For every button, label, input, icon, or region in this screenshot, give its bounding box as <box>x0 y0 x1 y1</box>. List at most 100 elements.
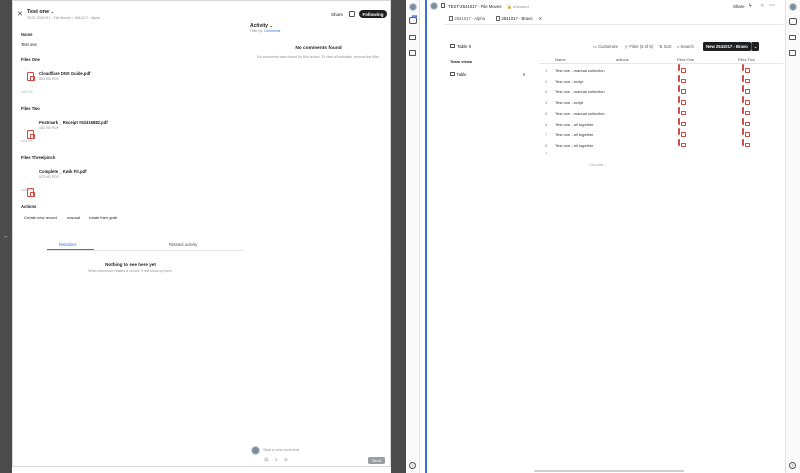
close-icon[interactable]: ✕ <box>539 16 542 21</box>
horizontal-scrollbar[interactable] <box>534 470 684 472</box>
filter-value[interactable]: Comments <box>264 29 280 33</box>
row-name[interactable]: Test one - all together <box>555 143 593 148</box>
file-name[interactable]: Cloudflare DNS Guide.pdf <box>39 71 90 76</box>
files-one-label: Files One <box>21 57 40 62</box>
pdf-file-icon[interactable] <box>678 74 680 82</box>
column-header-name[interactable]: Name <box>555 57 566 62</box>
star-icon[interactable]: ☆ <box>760 3 764 9</box>
row-name[interactable]: Test one - all together <box>555 122 593 127</box>
pdf-file-icon[interactable] <box>742 138 744 146</box>
column-header-files-two[interactable]: Files Two <box>738 57 755 62</box>
table-row[interactable]: 4 Test one - script <box>539 96 783 107</box>
breadcrumb[interactable]: TEST-2541017 - File Moves > 2541017 - Al… <box>27 16 100 20</box>
pdf-file-icon[interactable] <box>27 130 35 139</box>
pdf-file-icon[interactable] <box>678 138 680 146</box>
pdf-file-icon[interactable] <box>678 106 680 114</box>
row-name[interactable]: Test one - script <box>555 79 583 84</box>
row-name[interactable]: Test one - manual collection <box>555 111 605 116</box>
mail-icon[interactable] <box>409 35 416 40</box>
avatar[interactable] <box>789 3 797 11</box>
table-row[interactable]: 6 Test one - all together <box>539 117 783 129</box>
send-button[interactable]: Send <box>368 457 385 464</box>
help-icon[interactable]: ? <box>789 462 796 469</box>
calculate-button[interactable]: Calculate ⌄ <box>589 163 608 167</box>
action-button-create-new-record[interactable]: Create new record <box>24 215 57 220</box>
table-row[interactable]: 1 Test one - manual collection <box>539 64 783 75</box>
view-item-table[interactable]: Table 8 <box>450 72 525 77</box>
share-button[interactable]: Share <box>733 4 744 9</box>
share-button[interactable]: Share <box>331 12 343 17</box>
pdf-file-icon[interactable] <box>742 74 744 82</box>
row-name[interactable]: Test one - script <box>555 100 583 105</box>
table-row[interactable]: 2 Test one - script <box>539 74 783 86</box>
avatar[interactable] <box>430 2 438 10</box>
pdf-file-icon[interactable] <box>742 64 744 71</box>
name-value[interactable]: Test one <box>21 42 251 47</box>
pdf-file-icon[interactable] <box>742 106 744 114</box>
bookmark-icon[interactable] <box>789 50 796 56</box>
row-name[interactable]: Test one - manual collection <box>555 89 605 94</box>
add-file-button[interactable]: Add file <box>21 90 33 94</box>
tab-alpha[interactable]: 2541017 - Alpha <box>449 16 485 21</box>
table-row[interactable]: 5 Test one - manual collection <box>539 106 783 118</box>
comment-input[interactable]: Start a new comment <box>263 448 299 452</box>
column-header-files-one[interactable]: Files One <box>677 57 694 62</box>
action-button-rotate-then-grab[interactable]: rotate then grab <box>89 215 117 220</box>
next-record-arrow-icon[interactable]: › <box>388 247 390 253</box>
activity-filter[interactable]: Filter by: Comments <box>250 29 280 33</box>
filter-button[interactable]: ⏚ Filter (5 of 8) <box>624 44 653 50</box>
pdf-file-icon[interactable] <box>742 96 744 104</box>
pdf-file-icon[interactable] <box>742 85 744 93</box>
search-button[interactable]: ⌕ Search <box>677 44 694 49</box>
new-record-button[interactable]: New 2541017 - Bravo <box>703 42 751 51</box>
following-button[interactable]: Following <box>359 10 387 18</box>
narrow-sidebar: 37 ? <box>406 0 420 473</box>
pdf-file-icon[interactable] <box>678 64 680 71</box>
pdf-file-icon[interactable] <box>678 117 680 125</box>
lightning-icon[interactable]: ϟ <box>749 3 752 9</box>
pdf-file-icon[interactable] <box>27 72 35 81</box>
mention-icon[interactable]: @ <box>264 457 269 462</box>
table-row[interactable]: 7 Test one - all together <box>539 128 783 139</box>
action-button-manual[interactable]: manual <box>67 215 80 220</box>
column-header-actions[interactable]: actions <box>616 57 629 62</box>
bookmark-icon[interactable] <box>409 50 416 56</box>
lock-status[interactable]: 🔓 Unlocked <box>507 4 529 9</box>
pdf-file-icon[interactable] <box>678 96 680 104</box>
table-title[interactable]: Table 0 <box>457 44 471 49</box>
bookmark-icon[interactable] <box>349 11 355 17</box>
pdf-file-icon[interactable] <box>678 85 680 93</box>
table-row[interactable]: 8 Test one - all together <box>539 138 783 150</box>
record-title[interactable]: Test one ⌄ <box>27 9 54 15</box>
tab-relations[interactable]: Relations <box>59 242 76 247</box>
avatar[interactable] <box>409 3 417 11</box>
row-name[interactable]: Test one - manual collection <box>555 68 605 73</box>
more-icon[interactable]: ⋯ <box>769 2 775 9</box>
pdf-file-icon[interactable] <box>678 128 680 136</box>
chevron-down-icon: ⌄ <box>604 163 608 167</box>
mail-icon[interactable] <box>789 35 796 40</box>
pdf-file-icon[interactable] <box>742 117 744 125</box>
add-file-button[interactable]: Add file <box>21 188 33 192</box>
table-row[interactable]: 3 Test one - manual collection <box>539 85 783 96</box>
sort-button[interactable]: ⇅ Sort <box>659 44 671 49</box>
add-file-button[interactable]: Add file <box>21 139 33 143</box>
file-name[interactable]: Postmark _ Receipt #62416882.pdf <box>39 120 108 125</box>
tab-related-activity[interactable]: Related activity <box>169 242 197 247</box>
emoji-icon[interactable]: ☺ <box>274 457 279 462</box>
notification-icon[interactable] <box>789 18 797 25</box>
pdf-file-icon[interactable] <box>742 128 744 136</box>
close-icon[interactable]: ✕ <box>17 10 23 18</box>
help-icon[interactable]: ? <box>409 462 416 469</box>
add-row-button[interactable]: + <box>545 151 548 156</box>
previous-record-arrow-icon[interactable]: ← <box>3 233 10 240</box>
app-breadcrumb[interactable]: TEST-2541017 - File Moves <box>448 4 502 9</box>
avatar <box>251 446 260 455</box>
file-name[interactable]: Complete _ Kwik Fit.pdf <box>39 169 86 174</box>
attachment-icon[interactable]: ⊘ <box>284 457 288 463</box>
tab-bravo[interactable]: 2541017 - Bravo ✕ <box>496 16 542 21</box>
row-name[interactable]: Test one - all together <box>555 132 593 137</box>
customize-button[interactable]: ▭ Customize <box>593 44 618 49</box>
notification-icon[interactable] <box>409 17 417 24</box>
new-record-dropdown[interactable]: ⌄ <box>751 42 759 51</box>
